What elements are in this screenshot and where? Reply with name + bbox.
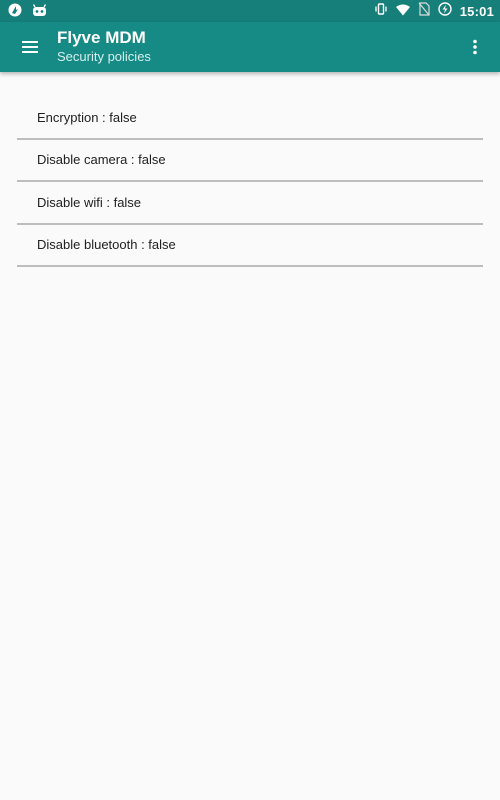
menu-icon[interactable]: [20, 38, 40, 56]
policies-list: Encryption : false Disable camera : fals…: [17, 97, 483, 267]
vibrate-icon: [374, 2, 388, 21]
battery-charging-icon: [438, 2, 452, 21]
app-notification-icon: [8, 3, 22, 22]
page-subtitle: Security policies: [57, 49, 151, 64]
app-title: Flyve MDM: [57, 28, 146, 47]
policy-item-disable-camera[interactable]: Disable camera : false: [17, 140, 483, 182]
status-time: 15:01: [459, 4, 494, 19]
policy-label: Disable bluetooth : false: [37, 237, 176, 253]
more-options-icon[interactable]: [470, 38, 480, 56]
wifi-icon: [395, 3, 410, 21]
policy-item-encryption[interactable]: Encryption : false: [17, 97, 483, 140]
status-bar: 15:01: [0, 0, 500, 22]
policy-item-disable-wifi[interactable]: Disable wifi : false: [17, 182, 483, 225]
android-bot-icon: [32, 3, 47, 22]
app-bar: Flyve MDM Security policies: [0, 22, 500, 72]
no-sim-icon: [418, 2, 430, 21]
policy-label: Disable wifi : false: [37, 194, 142, 210]
policy-label: Encryption : false: [37, 109, 137, 125]
status-bar-left: [8, 3, 47, 22]
app-bar-titles: Flyve MDM Security policies: [57, 28, 151, 66]
policy-item-disable-bluetooth[interactable]: Disable bluetooth : false: [17, 225, 483, 267]
status-bar-right: 15:01: [374, 2, 494, 21]
policy-label: Disable camera : false: [37, 152, 166, 168]
